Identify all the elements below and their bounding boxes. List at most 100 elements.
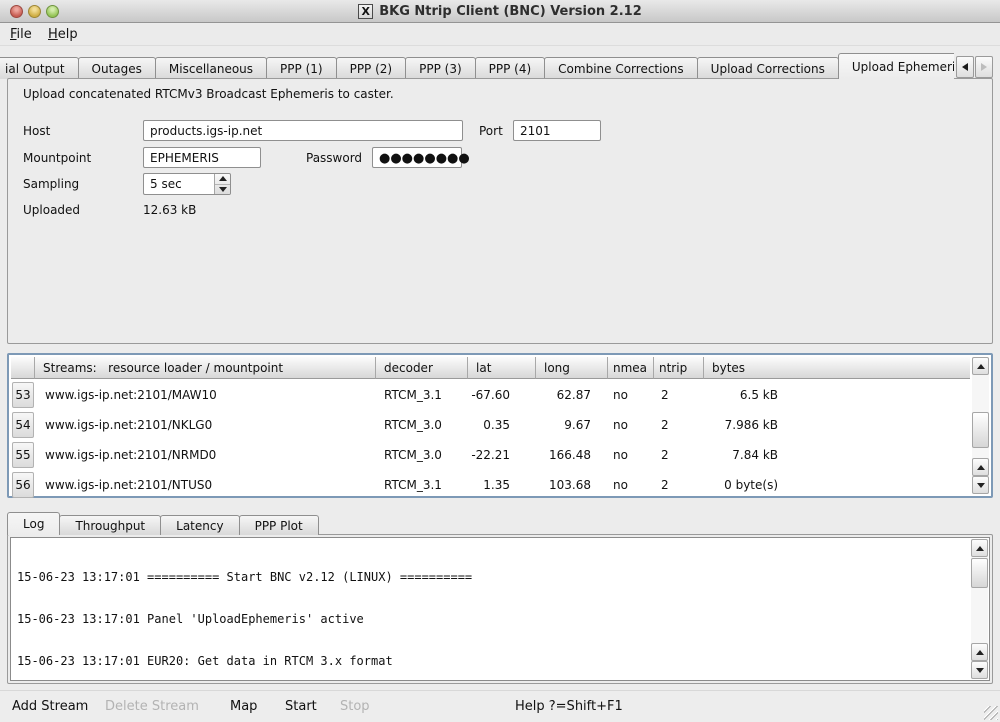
scroll-up-button-2[interactable]: [971, 643, 988, 661]
scroll-up-button[interactable]: [971, 539, 988, 557]
header-decoder[interactable]: decoder: [376, 357, 468, 379]
mountpoint-input[interactable]: EPHEMERIS: [143, 147, 261, 168]
tab-label: PPP (2): [350, 62, 393, 76]
tab-log[interactable]: Log: [7, 512, 60, 535]
table-row[interactable]: 53 www.igs-ip.net:2101/MAW10 RTCM_3.1 -6…: [11, 380, 970, 410]
streams-scrollbar[interactable]: [972, 357, 989, 494]
tab-serial-output[interactable]: ial Output: [0, 57, 79, 79]
cell-long: 9.67: [536, 418, 608, 432]
port-value: 2101: [520, 124, 551, 138]
cell-nmea: no: [608, 448, 654, 462]
port-input[interactable]: 2101: [513, 120, 601, 141]
scroll-down-button[interactable]: [971, 661, 988, 679]
cell-lat: 1.35: [468, 478, 536, 492]
host-input[interactable]: products.igs-ip.net: [143, 120, 463, 141]
menu-bar: File Help: [0, 24, 1000, 46]
panel-description: Upload concatenated RTCMv3 Broadcast Eph…: [23, 87, 394, 101]
stop-button[interactable]: Stop: [340, 699, 370, 714]
log-lines: 15-06-23 13:17:01 ========== Start BNC v…: [17, 542, 965, 681]
host-value: products.igs-ip.net: [150, 124, 262, 138]
scroll-up-button-2[interactable]: [972, 458, 989, 476]
add-stream-button[interactable]: Add Stream: [12, 699, 88, 714]
log-scrollbar[interactable]: [971, 539, 988, 679]
tab-combine-corrections[interactable]: Combine Corrections: [544, 57, 698, 79]
row-header[interactable]: 55: [12, 442, 34, 468]
tab-label: PPP (3): [419, 62, 462, 76]
resize-grip-icon[interactable]: [984, 706, 998, 720]
sampling-spinbox[interactable]: 5 sec: [143, 173, 231, 195]
tab-ppp-2[interactable]: PPP (2): [336, 57, 407, 79]
help-button[interactable]: Help ?=Shift+F1: [515, 699, 623, 714]
table-row[interactable]: 55 www.igs-ip.net:2101/NRMD0 RTCM_3.0 -2…: [11, 440, 970, 470]
delete-stream-button[interactable]: Delete Stream: [105, 699, 199, 714]
cell-ntrip: 2: [654, 418, 704, 432]
header-ntrip[interactable]: ntrip: [654, 357, 704, 379]
header-long[interactable]: long: [536, 357, 608, 379]
table-row[interactable]: 56 www.igs-ip.net:2101/NTUS0 RTCM_3.1 1.…: [11, 470, 970, 500]
log-text-area[interactable]: 15-06-23 13:17:01 ========== Start BNC v…: [10, 537, 990, 681]
spin-down-button[interactable]: [215, 184, 230, 195]
row-header[interactable]: 56: [12, 472, 34, 498]
start-button[interactable]: Start: [285, 699, 317, 714]
map-button[interactable]: Map: [230, 699, 257, 714]
cell-decoder: RTCM_3.1: [376, 478, 468, 492]
password-input[interactable]: ●●●●●●●●: [372, 147, 462, 168]
header-nmea[interactable]: nmea: [608, 357, 654, 379]
menu-help-mnemonic: H: [48, 27, 58, 42]
scroll-thumb[interactable]: [972, 412, 989, 448]
tab-latency[interactable]: Latency: [160, 515, 239, 535]
tab-ppp-1[interactable]: PPP (1): [266, 57, 337, 79]
cell-ntrip: 2: [654, 448, 704, 462]
header-bytes[interactable]: bytes: [704, 357, 970, 379]
row-header[interactable]: 54: [12, 412, 34, 438]
scroll-up-icon: [977, 465, 985, 470]
cell-nmea: no: [608, 388, 654, 402]
tab-ppp-plot[interactable]: PPP Plot: [239, 515, 319, 535]
header-corner-cell[interactable]: [11, 357, 35, 379]
tab-scroll-left-button[interactable]: [956, 56, 974, 78]
cell-long: 103.68: [536, 478, 608, 492]
cell-bytes: 7.84 kB: [704, 448, 784, 462]
title-bar[interactable]: X BKG Ntrip Client (BNC) Version 2.12: [0, 0, 1000, 23]
port-label: Port: [479, 124, 503, 138]
cell-mountpoint: www.igs-ip.net:2101/NKLG0: [35, 418, 376, 432]
tab-miscellaneous[interactable]: Miscellaneous: [155, 57, 267, 79]
scroll-up-icon: [976, 546, 984, 551]
header-streams[interactable]: Streams: resource loader / mountpoint: [35, 357, 376, 379]
tab-scroll-right-button[interactable]: [975, 56, 993, 78]
menu-file[interactable]: File: [10, 27, 32, 42]
row-header[interactable]: 53: [12, 382, 34, 408]
title-wrap: X BKG Ntrip Client (BNC) Version 2.12: [0, 0, 1000, 22]
cell-decoder: RTCM_3.0: [376, 418, 468, 432]
sampling-label: Sampling: [23, 177, 79, 191]
menu-file-label: ile: [17, 27, 32, 42]
tab-throughput[interactable]: Throughput: [59, 515, 161, 535]
log-panel: 15-06-23 13:17:01 ========== Start BNC v…: [7, 534, 993, 684]
password-label: Password: [306, 151, 362, 165]
log-line: 15-06-23 13:17:01 Panel 'UploadEphemeris…: [17, 612, 965, 626]
scroll-thumb[interactable]: [971, 558, 988, 588]
tab-outages[interactable]: Outages: [78, 57, 156, 79]
cell-decoder: RTCM_3.0: [376, 448, 468, 462]
tab-ppp-3[interactable]: PPP (3): [405, 57, 476, 79]
tab-ppp-4[interactable]: PPP (4): [475, 57, 546, 79]
password-value: ●●●●●●●●: [379, 151, 470, 166]
scroll-down-button[interactable]: [972, 476, 989, 494]
scroll-up-button[interactable]: [972, 357, 989, 375]
streams-table: Streams: resource loader / mountpoint de…: [7, 353, 993, 498]
scroll-up-icon: [977, 364, 985, 369]
tab-label: Miscellaneous: [169, 62, 253, 76]
tab-upload-ephemeris[interactable]: Upload Ephemeris: [838, 53, 954, 79]
cell-nmea: no: [608, 478, 654, 492]
scroll-up-icon: [976, 650, 984, 655]
header-lat[interactable]: lat: [468, 357, 536, 379]
cell-bytes: 6.5 kB: [704, 388, 784, 402]
table-row[interactable]: 54 www.igs-ip.net:2101/NKLG0 RTCM_3.0 0.…: [11, 410, 970, 440]
uploaded-value: 12.63 kB: [143, 203, 196, 217]
spin-up-button[interactable]: [215, 174, 230, 184]
x11-icon: X: [358, 4, 373, 19]
cell-lat: 0.35: [468, 418, 536, 432]
tab-upload-corrections[interactable]: Upload Corrections: [697, 57, 839, 79]
menu-help[interactable]: Help: [48, 27, 78, 42]
status-bar: Add Stream Delete Stream Map Start Stop …: [0, 690, 1000, 722]
